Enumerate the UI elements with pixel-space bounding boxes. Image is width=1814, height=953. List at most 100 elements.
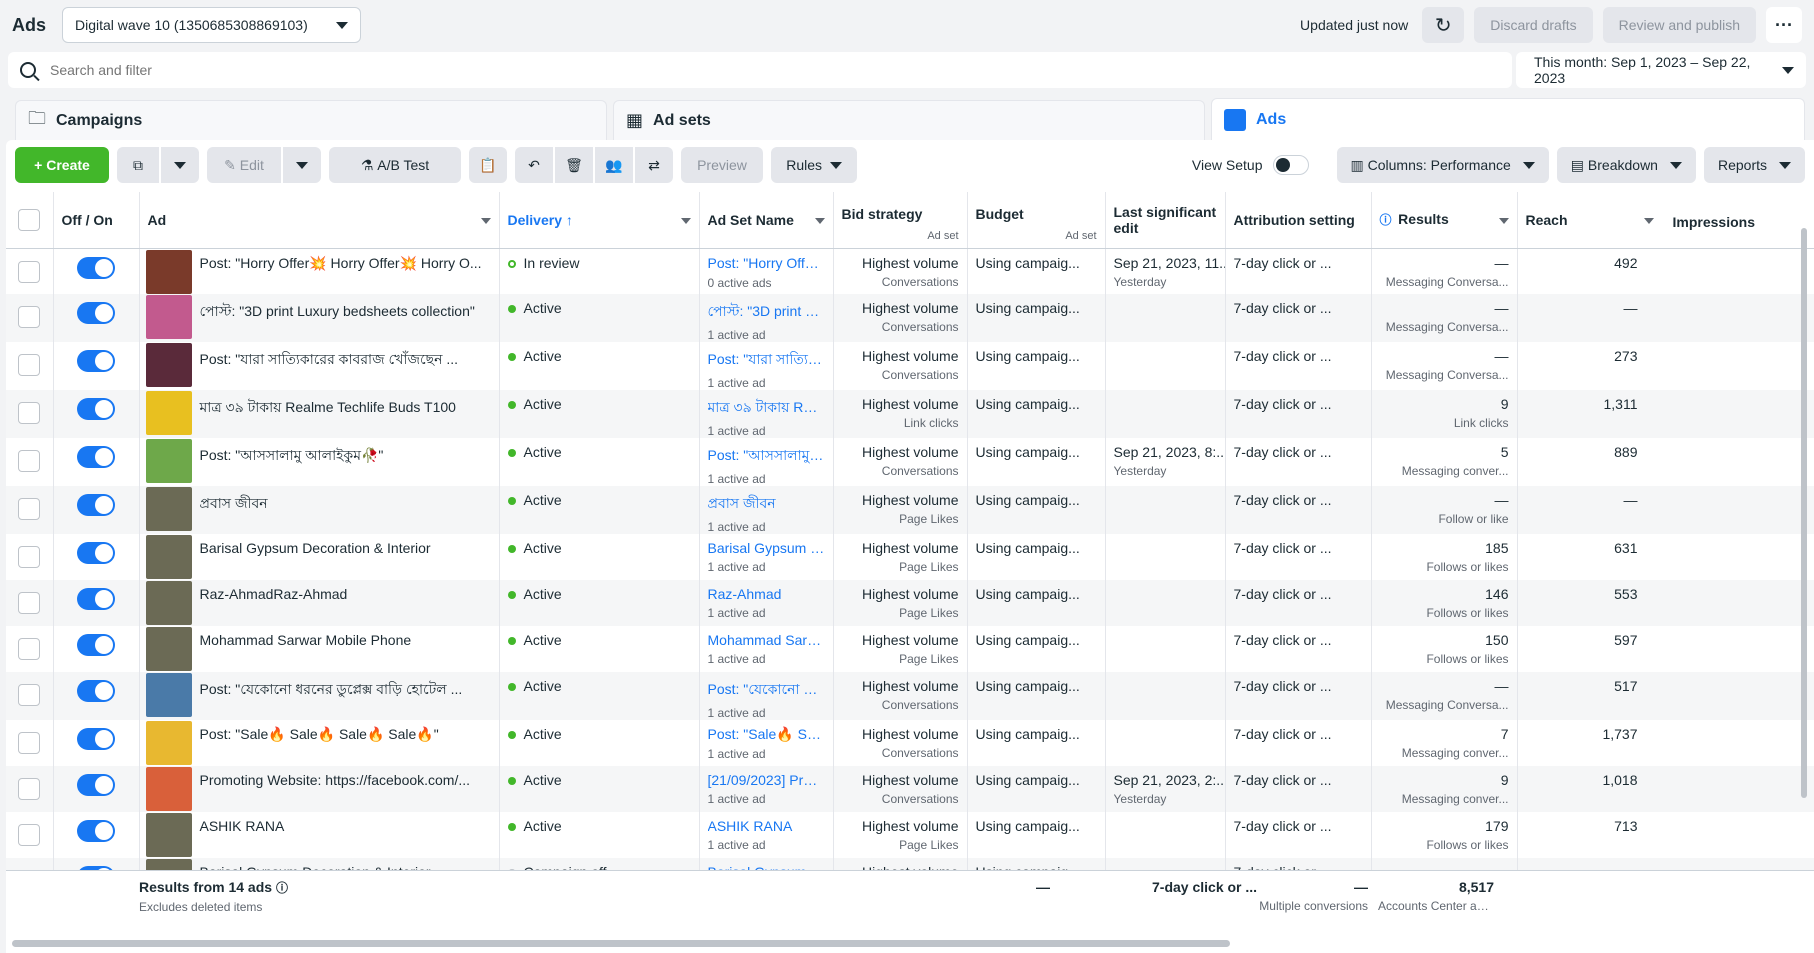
rules-button[interactable]: Rules <box>771 147 857 183</box>
ad-set-link[interactable]: Post: "Horry Offer💥 Horry ... <box>708 255 825 272</box>
audience-button[interactable]: 👥 <box>595 147 633 183</box>
col-budget[interactable]: Budget Ad set <box>967 192 1106 249</box>
ad-name-cell[interactable]: Barisal Gypsum Decoration & Interior <box>139 534 500 580</box>
table-row[interactable]: Raz-AhmadRaz-Ahmad Active Raz-Ahmad 1 activ… <box>6 580 1814 626</box>
row-checkbox[interactable] <box>18 402 41 424</box>
compare-button[interactable]: ⇄ <box>635 147 673 183</box>
columns-selector[interactable]: ▥ Columns: Performance <box>1336 147 1549 183</box>
ad-on-off-toggle[interactable] <box>77 588 115 610</box>
table-row[interactable]: Post: "যেকোনো ধরনের ডুপ্লেক্স বাড়ি হোটে… <box>6 672 1814 720</box>
table-row[interactable]: Mohammad Sarwar Mobile Phone Active Mohamm… <box>6 626 1814 672</box>
table-row[interactable]: প্রবাস জীবন Active প্রবাস জীবন 1 active ad H… <box>6 486 1814 534</box>
date-range-picker[interactable]: This month: Sep 1, 2023 – Sep 22, 2023 <box>1516 52 1806 88</box>
row-checkbox[interactable] <box>18 450 41 472</box>
ad-set-link[interactable]: প্রবাস জীবন <box>708 492 825 516</box>
edit-menu-button[interactable] <box>283 147 321 183</box>
col-last-edit[interactable]: Last significant edit <box>1105 192 1226 249</box>
discard-drafts-button[interactable]: Discard drafts <box>1474 7 1593 43</box>
row-checkbox[interactable] <box>18 546 41 568</box>
ad-set-link[interactable]: Post: "যেকোনো ধরনের ডুপ্লে... <box>708 678 825 702</box>
table-row[interactable]: ASHIK RANA Active ASHIK RANA 1 active ad Hig… <box>6 812 1814 858</box>
table-row[interactable]: মাত্র ৩৯ টাকায় Realme Techlife Buds T10… <box>6 390 1814 438</box>
clipboard-button[interactable]: 📋 <box>469 147 507 183</box>
ad-set-link[interactable]: Post: "আসসালামু আলাইকুম... <box>708 444 825 468</box>
ad-set-link[interactable]: মাত্র ৩৯ টাকায় Realme Tec... <box>708 396 825 420</box>
table-row[interactable]: পোস্ট: "3D print Luxury bedsheets collec… <box>6 294 1814 342</box>
duplicate-menu-button[interactable] <box>161 147 199 183</box>
ad-on-off-toggle[interactable] <box>77 256 115 279</box>
ad-set-link[interactable]: Mohammad Sarwar Mobile ... <box>708 632 825 648</box>
row-checkbox[interactable] <box>18 592 41 614</box>
ad-set-link[interactable]: [21/09/2023] Promoting htt... <box>708 772 825 788</box>
row-checkbox[interactable] <box>18 260 41 283</box>
tab-ads[interactable]: Ads <box>1211 98 1805 140</box>
refresh-button[interactable]: ↻ <box>1422 7 1465 43</box>
col-attribution[interactable]: Attribution setting <box>1225 192 1372 249</box>
ad-name-cell[interactable]: মাত্র ৩৯ টাকায় Realme Techlife Buds T10… <box>139 390 500 438</box>
ad-on-off-toggle[interactable] <box>77 446 115 468</box>
ad-set-link[interactable]: Post: "যারা সাত্যিকারের কবি... <box>708 348 825 372</box>
ad-on-off-toggle[interactable] <box>77 774 115 796</box>
ad-on-off-toggle[interactable] <box>77 494 115 516</box>
ad-on-off-toggle[interactable] <box>77 728 115 750</box>
undo-button[interactable]: ↶ <box>515 147 553 183</box>
ad-name-cell[interactable]: Post: "Sale🔥 Sale🔥 Sale🔥 Sale🔥" <box>139 720 500 766</box>
table-row[interactable]: Promoting Website: https://facebook.com/… <box>6 766 1814 812</box>
account-selector[interactable]: Digital wave 10 (1350685308869103) <box>62 7 362 43</box>
row-checkbox[interactable] <box>18 498 41 520</box>
col-results[interactable]: ⓘ Results <box>1371 192 1518 249</box>
ad-name-cell[interactable]: Post: "যেকোনো ধরনের ডুপ্লেক্স বাড়ি হোটে… <box>139 672 500 720</box>
breakdown-selector[interactable]: ▤ Breakdown <box>1556 147 1696 183</box>
create-button[interactable]: + Create <box>15 147 109 183</box>
ad-name-cell[interactable]: Post: "আসসালামু আলাইকুম🥀" <box>139 438 500 486</box>
ad-name-cell[interactable]: পোস্ট: "3D print Luxury bedsheets collec… <box>139 294 500 342</box>
search-input[interactable] <box>50 62 650 78</box>
ad-set-link[interactable]: পোস্ট: "3D print Luxury bed... <box>708 300 825 324</box>
ad-name-cell[interactable]: Mohammad Sarwar Mobile Phone <box>139 626 500 672</box>
ad-on-off-toggle[interactable] <box>77 398 115 420</box>
ad-on-off-toggle[interactable] <box>77 542 115 564</box>
duplicate-button[interactable]: ⧉ <box>117 147 159 183</box>
search-box[interactable] <box>8 52 1512 88</box>
ad-name-cell[interactable]: Post: "Horry Offer💥 Horry Offer💥 Horry O… <box>139 248 500 294</box>
delete-button[interactable]: 🗑 <box>555 147 593 183</box>
col-ad-set-name[interactable]: Ad Set Name <box>699 192 834 249</box>
col-off-on[interactable]: Off / On <box>53 192 140 249</box>
row-checkbox[interactable] <box>18 638 41 660</box>
ad-name-cell[interactable]: ASHIK RANA <box>139 812 500 858</box>
col-delivery[interactable]: Delivery ↑ <box>499 192 700 249</box>
view-setup-toggle[interactable] <box>1272 155 1309 175</box>
table-row[interactable]: Post: "যারা সাত্যিকারের কাবরাজ খোঁজছেন .… <box>6 342 1814 390</box>
row-checkbox[interactable] <box>18 778 41 800</box>
row-checkbox[interactable] <box>18 732 41 754</box>
review-publish-button[interactable]: Review and publish <box>1602 7 1756 43</box>
preview-button[interactable]: Preview <box>681 147 763 183</box>
more-options-button[interactable]: ··· <box>1766 7 1802 43</box>
table-row[interactable]: Post: "Sale🔥 Sale🔥 Sale🔥 Sale🔥" Active Pos… <box>6 720 1814 766</box>
ad-name-cell[interactable]: Raz-AhmadRaz-Ahmad <box>139 580 500 626</box>
horizontal-scrollbar[interactable] <box>12 940 1230 947</box>
table-row[interactable]: Post: "Horry Offer💥 Horry Offer💥 Horry O… <box>6 248 1814 294</box>
select-all-checkbox[interactable] <box>18 208 41 231</box>
ad-on-off-toggle[interactable] <box>77 302 115 324</box>
ad-set-link[interactable]: Post: "Sale🔥 Sale🔥 Sale... <box>708 726 825 743</box>
ab-test-button[interactable]: ⚗ A/B Test <box>329 147 461 183</box>
ad-set-link[interactable]: Barisal Gypsum Decoration ... <box>708 540 825 556</box>
ad-name-cell[interactable]: Post: "যারা সাত্যিকারের কাবরাজ খোঁজছেন .… <box>139 342 500 390</box>
row-checkbox[interactable] <box>18 824 41 846</box>
reports-selector[interactable]: Reports <box>1703 147 1805 183</box>
col-bid-strategy[interactable]: Bid strategy Ad set <box>833 192 968 249</box>
vertical-scrollbar[interactable] <box>1801 228 1807 798</box>
edit-button[interactable]: ✎ Edit <box>207 147 281 183</box>
ad-on-off-toggle[interactable] <box>77 680 115 702</box>
tab-ad-sets[interactable]: ▦ Ad sets <box>613 100 1205 140</box>
col-ad[interactable]: Ad <box>139 192 500 249</box>
tab-campaigns[interactable]: 🗀 Campaigns <box>15 100 607 140</box>
ad-on-off-toggle[interactable] <box>77 350 115 372</box>
table-row[interactable]: Post: "আসসালামু আলাইকুম🥀" Active Post: "আস… <box>6 438 1814 486</box>
ad-set-link[interactable]: Raz-Ahmad <box>708 586 825 602</box>
ad-name-cell[interactable]: প্রবাস জীবন <box>139 486 500 534</box>
ad-on-off-toggle[interactable] <box>77 634 115 656</box>
ad-on-off-toggle[interactable] <box>77 820 115 842</box>
table-row[interactable]: Barisal Gypsum Decoration & Interior Acti… <box>6 534 1814 580</box>
